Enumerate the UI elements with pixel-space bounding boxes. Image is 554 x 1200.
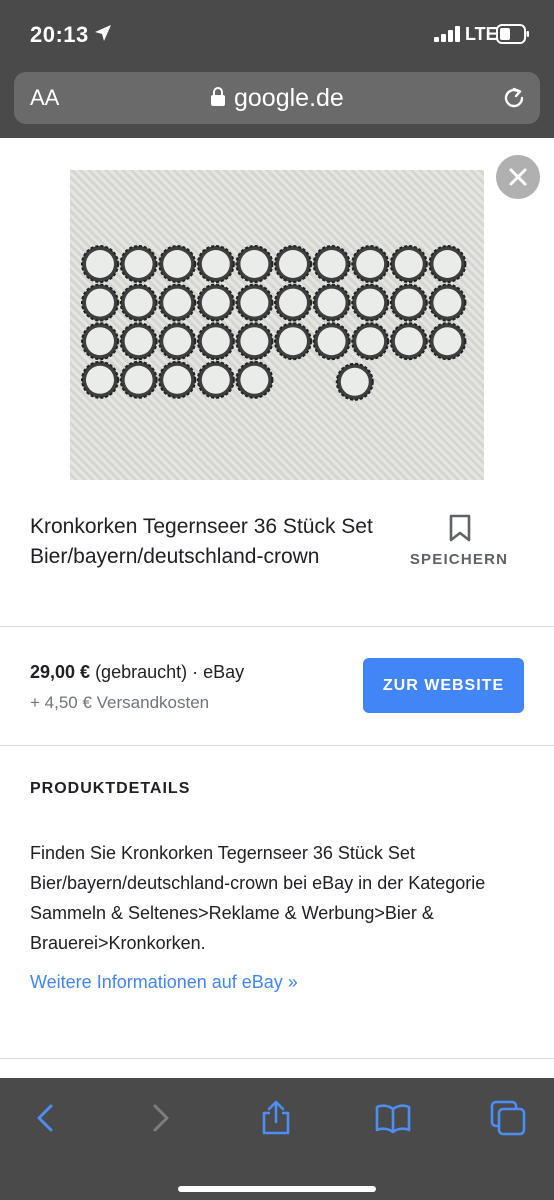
reload-icon[interactable] [500, 84, 528, 112]
save-label: SPEICHERN [409, 551, 509, 568]
bottle-cap [428, 283, 467, 322]
bottle-cap [119, 322, 158, 361]
bottle-cap [389, 245, 428, 283]
bottle-cap [351, 322, 390, 361]
bottle-cap [312, 322, 351, 361]
product-description: Finden Sie Kronkorken Tegernseer 36 Stüc… [30, 843, 486, 953]
back-icon[interactable] [28, 1100, 64, 1136]
bottle-cap [235, 245, 274, 283]
bottle-cap [81, 283, 119, 322]
save-button[interactable]: SPEICHERN [404, 512, 514, 572]
bottle-cap [158, 360, 197, 399]
bottle-cap [274, 322, 312, 361]
product-photo[interactable] [70, 170, 484, 480]
price-line: 29,00 € (gebraucht) · eBay [30, 660, 244, 684]
text-size-button[interactable]: AA [30, 86, 59, 110]
home-indicator[interactable] [178, 1186, 376, 1192]
bottle-cap [312, 245, 351, 283]
bottle-cap [119, 360, 158, 399]
bottle-cap [158, 245, 197, 283]
bottle-cap [274, 245, 312, 283]
forward-icon[interactable] [142, 1100, 178, 1136]
bottle-cap [81, 245, 119, 283]
divider [0, 626, 554, 627]
bottle-cap [119, 245, 158, 283]
bottle-cap [196, 360, 235, 399]
share-icon[interactable] [258, 1100, 294, 1136]
bottle-cap [274, 283, 312, 322]
bottle-cap [235, 360, 274, 399]
bottle-cap [81, 322, 119, 361]
bottle-cap [158, 283, 197, 322]
browser-toolbar [0, 1078, 554, 1200]
bottle-cap [235, 322, 274, 361]
bottle-cap [235, 283, 274, 322]
section-heading: PRODUKTDETAILS [30, 780, 191, 797]
close-icon [509, 168, 527, 186]
status-time: 20:13 [30, 22, 89, 47]
bookmark-icon [449, 514, 471, 542]
bottle-cap [351, 245, 390, 283]
visit-website-button[interactable]: ZUR WEBSITE [363, 658, 524, 713]
bottle-cap [196, 245, 235, 283]
lock-icon [211, 87, 225, 106]
address-bar[interactable]: AA google.de [14, 72, 540, 124]
close-button[interactable] [496, 155, 540, 199]
product-panel: Kronkorken Tegernseer 36 Stück Set Bier/… [0, 138, 554, 1078]
network-type: LTE [465, 24, 498, 44]
bottle-cap [119, 283, 158, 322]
tabs-icon[interactable] [490, 1100, 526, 1136]
status-bar: 20:13 LTE [0, 0, 554, 68]
bottle-cap [312, 283, 351, 322]
bookmarks-icon[interactable] [375, 1100, 411, 1136]
bottle-cap [428, 322, 467, 361]
battery-icon [496, 24, 529, 44]
divider [0, 1058, 554, 1059]
more-info-link[interactable]: Weitere Informationen auf eBay » [30, 972, 298, 993]
bottle-cap [335, 362, 374, 401]
bottle-cap [351, 283, 390, 322]
signal-bars-icon [434, 26, 460, 42]
divider [0, 745, 554, 746]
bottle-cap [158, 322, 197, 361]
location-arrow-icon [95, 25, 111, 41]
product-title: Kronkorken Tegernseer 36 Stück Set Bier/… [30, 515, 373, 568]
bottle-cap [81, 360, 119, 399]
price-condition-seller: (gebraucht) · eBay [90, 662, 245, 682]
bottle-cap [196, 322, 235, 361]
bottle-caps-image [81, 245, 467, 401]
price-value: 29,00 € [30, 662, 91, 682]
url-domain[interactable]: google.de [234, 84, 344, 112]
bottle-cap [389, 283, 428, 322]
shipping-cost: + 4,50 € Versandkosten [30, 693, 210, 712]
bottle-cap [389, 322, 428, 361]
bottle-cap [196, 283, 235, 322]
bottle-cap [428, 245, 467, 283]
